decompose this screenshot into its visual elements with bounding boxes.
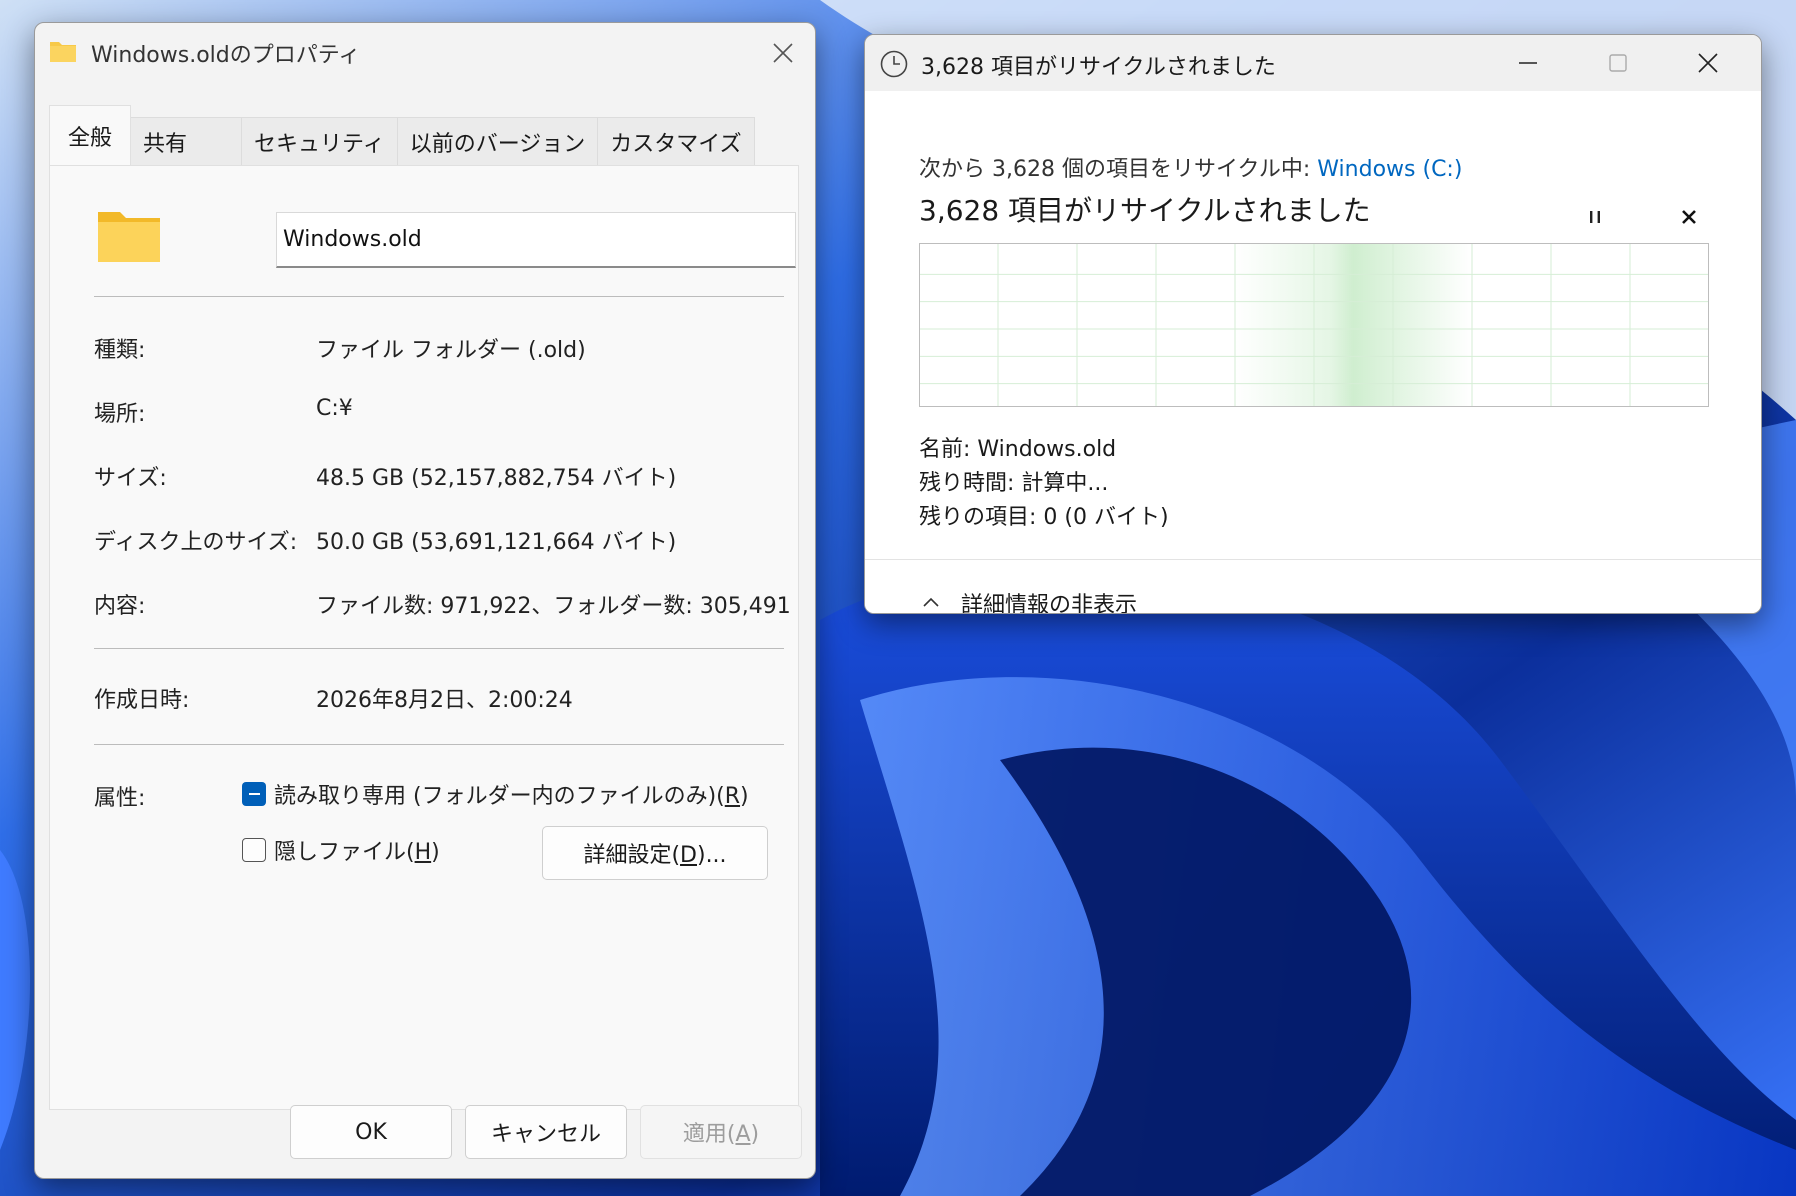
tab-previous-versions[interactable]: 以前のバージョン	[396, 117, 599, 165]
hidden-checkbox[interactable]	[242, 838, 266, 862]
chevron-up-icon	[923, 597, 939, 607]
folder-name-input[interactable]	[276, 212, 796, 268]
location-label: 場所:	[94, 402, 146, 427]
apply-button[interactable]: 適用(A)	[640, 1105, 802, 1159]
properties-titlebar[interactable]: Windows.oldのプロパティ	[35, 23, 815, 81]
readonly-label: 読み取り専用 (フォルダー内のファイルのみ)(R)	[274, 784, 749, 809]
created-value: 2026年8月2日、2:00:24	[316, 688, 573, 713]
disk-size-label: ディスク上のサイズ:	[94, 530, 298, 555]
progress-body: 次から 3,628 個の項目をリサイクル中: Windows (C:) 3,62…	[865, 91, 1761, 613]
graph-activity-fill	[1235, 244, 1471, 406]
contents-label: 内容:	[94, 594, 146, 619]
hide-details-toggle[interactable]: 詳細情報の非表示	[921, 587, 1138, 614]
folder-icon	[98, 212, 160, 262]
hidden-label: 隠しファイル(H)	[274, 840, 440, 865]
folder-icon	[50, 42, 76, 62]
divider	[94, 296, 784, 297]
pause-button[interactable]	[1577, 199, 1613, 235]
close-icon	[773, 43, 793, 63]
readonly-checkbox[interactable]	[242, 782, 266, 806]
cancel-button[interactable]: キャンセル	[465, 1105, 627, 1159]
window-close-button[interactable]	[1663, 35, 1753, 91]
minimize-button[interactable]	[1483, 35, 1573, 91]
contents-value: ファイル数: 971,922、フォルダー数: 305,491	[316, 594, 791, 619]
size-label: サイズ:	[94, 466, 167, 491]
drive-link[interactable]: Windows (C:)	[1317, 157, 1462, 182]
close-icon	[1698, 53, 1718, 73]
tab-sharing[interactable]: 共有	[130, 117, 243, 165]
recycle-source-line: 次から 3,628 個の項目をリサイクル中: Windows (C:)	[919, 151, 1462, 183]
divider	[94, 648, 784, 649]
advanced-settings-button[interactable]: 詳細設定(D)...	[542, 826, 768, 880]
properties-tabs: 全般 共有 セキュリティ 以前のバージョン カスタマイズ	[49, 95, 755, 165]
tab-security[interactable]: セキュリティ	[241, 117, 398, 165]
minimize-icon	[1519, 62, 1537, 64]
tab-customize[interactable]: カスタマイズ	[597, 117, 755, 165]
recycle-progress-window: 3,628 項目がリサイクルされました 次から 3,628 個の項目をリサイクル…	[864, 34, 1762, 614]
apply-label: 適用(A)	[682, 1122, 760, 1147]
created-label: 作成日時:	[94, 688, 190, 713]
tab-general[interactable]: 全般	[49, 105, 132, 165]
attributes-label: 属性:	[94, 786, 146, 811]
recycle-source-prefix: 次から 3,628 個の項目をリサイクル中:	[919, 157, 1318, 182]
ok-button[interactable]: OK	[290, 1105, 452, 1159]
progress-graph	[919, 243, 1709, 407]
size-value: 48.5 GB (52,157,882,754 バイト)	[316, 466, 677, 491]
divider	[865, 559, 1761, 560]
time-remaining-line: 残り時間: 計算中...	[919, 471, 1109, 496]
properties-title: Windows.oldのプロパティ	[91, 43, 361, 68]
disk-size-value: 50.0 GB (53,691,121,664 バイト)	[316, 530, 677, 555]
hide-details-label: 詳細情報の非表示	[961, 593, 1138, 614]
location-value: C:¥	[316, 396, 353, 421]
maximize-button[interactable]	[1573, 35, 1663, 91]
mixed-state-icon	[248, 793, 260, 795]
stop-button[interactable]	[1671, 199, 1707, 235]
stop-icon	[1682, 210, 1696, 224]
general-tab-panel: 種類: ファイル フォルダー (.old) 場所: C:¥ サイズ: 48.5 …	[49, 165, 799, 1110]
clock-icon	[880, 50, 908, 78]
readonly-checkbox-row[interactable]: 読み取り専用 (フォルダー内のファイルのみ)(R)	[242, 778, 749, 810]
type-value: ファイル フォルダー (.old)	[316, 338, 586, 363]
recycle-status: 3,628 項目がリサイクルされました	[919, 194, 1371, 227]
progress-title: 3,628 項目がリサイクルされました	[921, 55, 1276, 80]
divider	[94, 744, 784, 745]
properties-dialog: Windows.oldのプロパティ 全般 共有 セキュリティ 以前のバージョン …	[34, 22, 816, 1179]
progress-titlebar[interactable]: 3,628 項目がリサイクルされました	[865, 35, 1761, 91]
pause-icon	[1590, 211, 1600, 223]
advanced-settings-label: 詳細設定(D)...	[583, 843, 727, 868]
items-remaining-line: 残りの項目: 0 (0 バイト)	[919, 505, 1169, 530]
maximize-icon	[1609, 54, 1627, 72]
item-name-line: 名前: Windows.old	[919, 437, 1117, 462]
type-label: 種類:	[94, 338, 146, 363]
properties-close-button[interactable]	[761, 31, 805, 75]
hidden-checkbox-row[interactable]: 隠しファイル(H)	[242, 834, 440, 866]
